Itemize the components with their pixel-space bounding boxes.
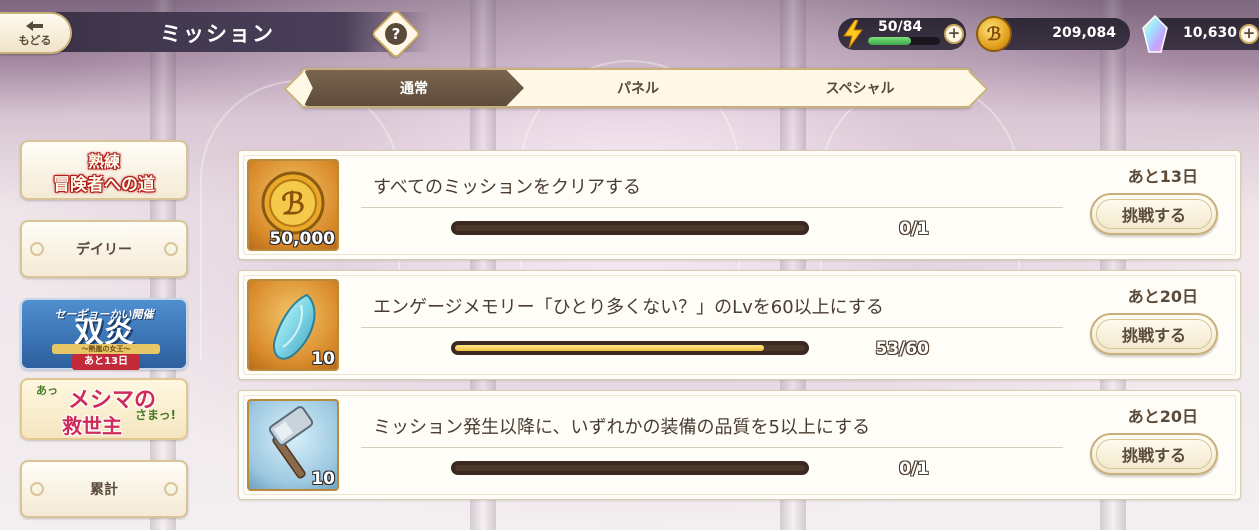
event-banner-ribbon: ～熱嵐の女王～ [52,344,160,354]
gold-coin-icon: ℬ [976,16,1012,52]
event-banner-subtitle: セーギョーかい開催 [54,308,154,321]
add-gem-plus-icon[interactable]: + [1239,24,1259,44]
mission-card: 10 ミッション発生以降に、いずれかの装備の品質を5以上にする 0/1 あと20… [238,390,1241,500]
mission-card: ℬ 50,000 すべてのミッションをクリアする 0/1 あと13日 挑戦する [238,150,1241,260]
sidebar-item-mesima-event[interactable]: あっ メシマの 救世主 さまっ! [20,378,188,440]
challenge-button[interactable]: 挑戦する [1090,193,1218,235]
gem-value: 10,630 [1182,25,1237,41]
question-mark-icon: ? [385,23,407,45]
svg-text:ℬ: ℬ [281,187,305,222]
skill-banner-line1: 熟練 [87,152,120,171]
stamina-display: 50/84 + [838,18,966,50]
reward-item[interactable]: 10 [247,399,339,491]
progress-count: 0/1 [899,459,929,479]
challenge-button[interactable]: 挑戦する [1090,313,1218,355]
sidebar-item-skilled-adventurer[interactable]: 熟練 冒険者への道 [20,140,188,200]
mission-card: 10 エンゲージメモリー「ひとり多くない？」のLvを60以上にする 53/60 … [238,270,1241,380]
reward-quantity: 10 [311,469,335,489]
back-arrow-icon [26,19,44,31]
reward-item[interactable]: ℬ 50,000 [247,159,339,251]
mission-description: エンゲージメモリー「ひとり多くない？」のLvを60以上にする [373,297,884,318]
sidebar-item-daily[interactable]: デイリー [20,220,188,278]
time-remaining: あと20日 [1127,407,1198,426]
mesima-line2: 救世主 [62,414,122,438]
reward-quantity: 10 [311,349,335,369]
stamina-value: 50/84 [878,19,923,35]
sidebar-item-event-soen[interactable]: セーギョーかい開催 双炎 ～熱嵐の女王～ あと13日 [20,298,188,370]
sidebar-item-cumulative[interactable]: 累計 [20,460,188,518]
reward-quantity: 50,000 [269,229,335,249]
event-remaining-badge: あと13日 [72,354,140,370]
back-button-label: もどる [18,33,52,47]
coin-value: 209,084 [1052,25,1116,41]
mesima-prefix: あっ [36,384,58,397]
divider [361,327,1063,328]
add-stamina-plus-icon[interactable]: + [944,24,964,44]
gem-display: 10,630 + [1142,14,1259,53]
mission-tabs: 通常 パネル スペシャル [300,68,972,108]
progress-bar [451,461,809,475]
skill-banner-line2: 冒険者への道 [53,175,155,195]
lightning-bolt-icon [843,20,863,48]
page-title: ミッション [160,22,275,46]
progress-bar [451,221,809,235]
back-button[interactable]: もどる [0,12,72,54]
stamina-bar-fill [868,37,912,45]
ornament-right-icon [164,482,178,496]
reward-item[interactable]: 10 [247,279,339,371]
time-remaining: あと13日 [1127,167,1198,186]
sidebar-item-cumulative-label: 累計 [90,482,118,498]
tab-special[interactable]: スペシャル [748,70,972,106]
ornament-left-icon [30,242,44,256]
progress-bar-fill [455,345,764,351]
rainbow-gem-icon [1142,14,1168,53]
time-remaining: あと20日 [1127,287,1198,306]
progress-count: 0/1 [899,219,929,239]
tab-panel[interactable]: パネル [526,70,750,106]
stamina-bar [868,37,940,45]
challenge-button[interactable]: 挑戦する [1090,433,1218,475]
tab-normal[interactable]: 通常 [304,70,524,106]
coin-display: ℬ 209,084 [976,16,1130,52]
divider [361,447,1063,448]
sidebar-item-daily-label: デイリー [76,242,132,258]
mission-description: ミッション発生以降に、いずれかの装備の品質を5以上にする [373,417,871,438]
divider [361,207,1063,208]
ornament-right-icon [164,242,178,256]
ornament-left-icon [30,482,44,496]
progress-bar [451,341,809,355]
mission-description: すべてのミッションをクリアする [373,177,642,198]
mesima-suffix: さまっ! [135,408,176,422]
progress-count: 53/60 [875,339,929,359]
